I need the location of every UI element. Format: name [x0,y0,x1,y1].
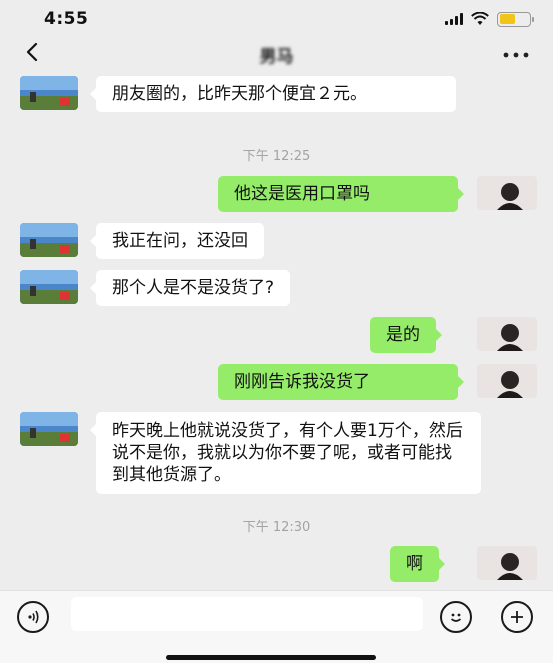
message-bubble-outgoing[interactable]: 刚刚告诉我没货了 [218,364,464,400]
status-bar: 4:55 [0,0,553,36]
message-text: 他这是医用口罩吗 [234,184,370,204]
message-text: 我正在问，还没回 [112,231,248,251]
voice-button[interactable] [17,601,49,633]
message-text: 啊 [406,554,423,574]
chat-header: 男马 [0,36,553,72]
input-bar [0,590,553,663]
avatar[interactable] [20,223,78,257]
message-list[interactable]: 朋友圈的，比昨天那个便宜２元。 下午 12:25 他这是医用口罩吗 我正在问，还… [0,72,553,590]
avatar-self[interactable] [477,364,537,398]
plus-icon [511,611,523,623]
message-text: 昨天晚上他就说没货了，有个人要1万个，然后说不是你，我就以为你不要了呢，或者可能… [112,421,463,485]
emoji-button[interactable] [440,601,472,633]
message-bubble-outgoing[interactable]: 是的 [370,317,442,353]
message-bubble-outgoing[interactable]: 啊 [390,546,445,582]
avatar[interactable] [20,412,78,446]
message-text: 那个人是不是没货了? [112,278,275,298]
avatar[interactable] [20,76,78,110]
home-indicator [166,655,376,660]
wifi-icon [471,12,489,25]
signal-icon [445,13,463,25]
message-bubble-outgoing[interactable]: 他这是医用口罩吗 [218,176,464,212]
voice-icon [28,610,39,624]
ellipsis-icon [503,52,529,58]
message-bubble-incoming[interactable]: 我正在问，还没回 [90,223,264,259]
more-button[interactable] [503,40,529,65]
status-icons [445,11,534,27]
battery-icon [497,11,534,27]
timestamp: 下午 12:25 [242,149,311,164]
chat-title-text: 男马 [259,47,294,67]
avatar[interactable] [20,270,78,304]
message-bubble-incoming[interactable]: 昨天晚上他就说没货了，有个人要1万个，然后说不是你，我就以为你不要了呢，或者可能… [90,412,481,494]
status-time: 4:55 [44,9,89,29]
timestamp: 下午 12:30 [242,520,311,535]
chat-title: 男马 [0,42,553,67]
message-text: 朋友圈的，比昨天那个便宜２元。 [112,84,367,104]
message-text: 刚刚告诉我没货了 [234,372,370,392]
avatar-self[interactable] [477,176,537,210]
message-text: 是的 [386,325,420,345]
avatar-self[interactable] [477,317,537,351]
message-input[interactable] [71,597,423,631]
message-bubble-incoming[interactable]: 朋友圈的，比昨天那个便宜２元。 [90,76,456,112]
plus-button[interactable] [501,601,533,633]
avatar-self[interactable] [477,546,537,580]
emoji-icon [450,613,462,622]
message-bubble-incoming[interactable]: 那个人是不是没货了? [89,270,291,306]
